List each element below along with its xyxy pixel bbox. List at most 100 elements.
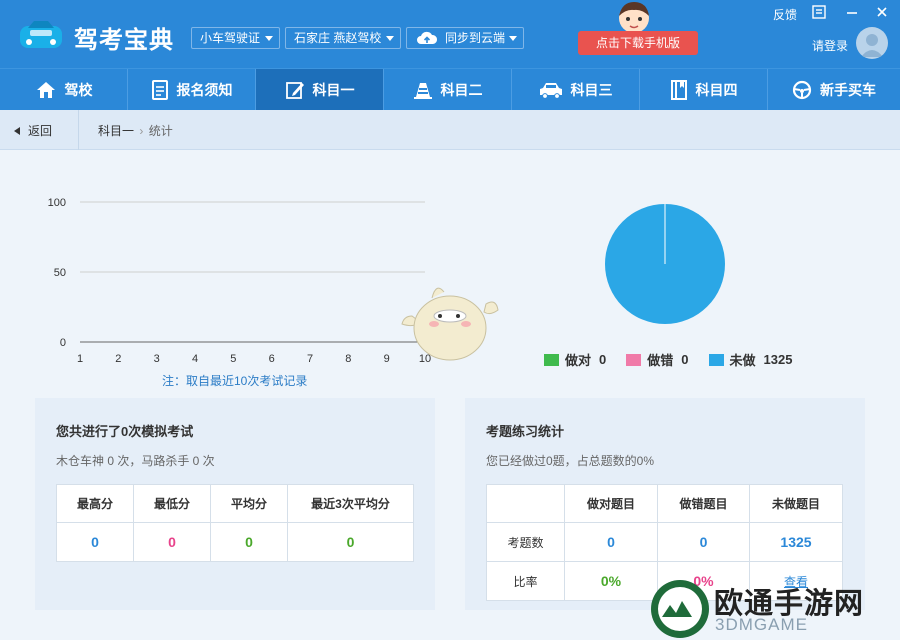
nav-item-registration[interactable]: 报名须知 xyxy=(128,69,256,111)
nav-item-buy-car[interactable]: 新手买车 xyxy=(768,69,900,111)
table-header-row: 做对题目 做错题目 未做题目 xyxy=(486,484,843,523)
cloud-icon xyxy=(417,31,438,44)
table-header: 最低分 xyxy=(133,484,211,523)
x-tick-label: 6 xyxy=(269,353,275,365)
download-mobile-button[interactable]: 点击下载手机版 xyxy=(578,31,698,55)
x-tick-label: 7 xyxy=(307,353,313,365)
nav-item-subject-three[interactable]: 科目三 xyxy=(512,69,640,111)
nav-label: 科目四 xyxy=(695,82,738,98)
nav-label: 驾校 xyxy=(64,82,93,98)
practice-pie-chart xyxy=(605,204,725,324)
feedback-link[interactable]: 反馈 xyxy=(773,6,797,23)
table-header: 未做题目 xyxy=(749,484,843,523)
edit-icon xyxy=(285,82,304,99)
legend-value: 0 xyxy=(599,352,607,367)
title-bar: 驾考宝典 小车驾驶证 石家庄 燕赵驾校 同步到云端 点击下载手机版 反馈 请登录 xyxy=(0,0,900,68)
correct-rate: 0% xyxy=(564,561,658,601)
menu-icon[interactable] xyxy=(811,5,827,21)
exam-panel-title: 您共进行了0次模拟考试 xyxy=(56,424,194,439)
user-avatar-icon[interactable] xyxy=(856,27,888,59)
score-line-chart: 0501001 2 3 4 5 6 7 8 9 10 xyxy=(48,197,431,365)
car-type-label: 小车驾驶证 xyxy=(200,31,261,45)
legend-item-wrong: 做错 0 xyxy=(626,350,689,369)
legend-swatch xyxy=(708,353,724,366)
x-tick-label: 9 xyxy=(384,353,390,365)
chart-note: 注：取自最近10次考试记录 xyxy=(162,374,308,388)
x-tick-label: 8 xyxy=(345,353,351,365)
x-tick-label: 5 xyxy=(230,353,236,365)
chevron-down-icon xyxy=(509,36,517,41)
legend-swatch xyxy=(626,353,642,366)
table-row: 0 0 0 0 xyxy=(56,522,414,562)
avg-score-value: 0 xyxy=(210,522,288,562)
table-row: 考题数 0 0 1325 xyxy=(486,522,843,562)
y-tick-label: 100 xyxy=(48,197,66,209)
nav-item-subject-one[interactable]: 科目一 xyxy=(256,69,384,111)
x-tick-label: 2 xyxy=(115,353,121,365)
nav-label: 新手买车 xyxy=(820,82,876,98)
practice-panel-subtitle: 您已经做过0题，占总题数的0% xyxy=(486,454,655,468)
exam-panel-subtitle: 木仓车神 0 次，马路杀手 0 次 xyxy=(56,454,215,468)
x-tick-label: 3 xyxy=(154,353,160,365)
pie-legend: 做对 0 做错 0 未做 1325 xyxy=(544,350,812,369)
close-icon[interactable] xyxy=(874,5,890,21)
school-dropdown[interactable]: 石家庄 燕赵驾校 xyxy=(285,27,401,49)
car-icon xyxy=(539,83,562,99)
wrong-count: 0 xyxy=(657,522,750,562)
table-header xyxy=(486,484,565,523)
exam-stats-panel: 您共进行了0次模拟考试 木仓车神 0 次，马路杀手 0 次 最高分 最低分 平均… xyxy=(35,398,435,610)
watermark-subtext: 3DMGAME xyxy=(715,615,808,634)
mascot-icon xyxy=(401,287,499,361)
table-header: 平均分 xyxy=(210,484,288,523)
breadcrumb-separator: › xyxy=(139,124,144,138)
nav-item-school[interactable]: 驾校 xyxy=(0,69,128,111)
nav-label: 科目三 xyxy=(570,82,613,98)
row-label: 比率 xyxy=(486,561,565,601)
correct-count: 0 xyxy=(564,522,658,562)
breadcrumb: 科目一 › 统计 xyxy=(98,122,173,139)
undone-count: 1325 xyxy=(749,522,843,562)
table-header: 最近3次平均分 xyxy=(287,484,414,523)
legend-label: 做对 xyxy=(565,353,592,368)
nav-label: 报名须知 xyxy=(176,82,233,98)
nav-item-subject-four[interactable]: 科目四 xyxy=(640,69,768,111)
max-score-value: 0 xyxy=(56,522,134,562)
nav-item-subject-two[interactable]: 科目二 xyxy=(384,69,512,111)
table-header-row: 最高分 最低分 平均分 最近3次平均分 xyxy=(56,484,414,523)
legend-value: 0 xyxy=(681,352,689,367)
book-icon xyxy=(670,80,687,100)
breadcrumb-parent[interactable]: 科目一 xyxy=(98,124,134,138)
min-score-value: 0 xyxy=(133,522,211,562)
table-header: 做错题目 xyxy=(657,484,750,523)
table-header: 做对题目 xyxy=(564,484,658,523)
chevron-down-icon xyxy=(265,36,273,41)
mascot-avatar-icon xyxy=(619,2,649,33)
back-button[interactable]: 返回 xyxy=(14,122,52,139)
x-tick-label: 1 xyxy=(77,353,83,365)
nav-label: 科目二 xyxy=(440,82,483,98)
cone-icon xyxy=(413,83,432,99)
divider xyxy=(78,110,79,150)
sync-label: 同步到云端 xyxy=(445,31,506,45)
y-tick-label: 50 xyxy=(54,267,66,279)
home-icon xyxy=(36,82,55,98)
back-arrow-icon xyxy=(14,127,20,135)
minimize-icon[interactable] xyxy=(844,5,860,21)
legend-label: 做错 xyxy=(647,353,674,368)
row-label: 考题数 xyxy=(486,522,565,562)
y-tick-label: 0 xyxy=(60,337,66,349)
legend-value: 1325 xyxy=(763,352,793,367)
sync-dropdown[interactable]: 同步到云端 xyxy=(406,27,524,49)
breadcrumb-current: 统计 xyxy=(148,124,173,138)
back-label: 返回 xyxy=(28,124,53,138)
car-type-dropdown[interactable]: 小车驾驶证 xyxy=(191,27,280,49)
legend-item-undone: 未做 1325 xyxy=(708,350,793,369)
nav-label: 科目一 xyxy=(312,82,355,98)
login-link[interactable]: 请登录 xyxy=(812,37,848,54)
exam-score-table: 最高分 最低分 平均分 最近3次平均分 0 0 0 0 xyxy=(56,484,414,562)
school-label: 石家庄 燕赵驾校 xyxy=(294,31,382,45)
breadcrumb-bar: 返回 科目一 › 统计 xyxy=(0,110,900,150)
steering-wheel-icon xyxy=(792,80,812,100)
car-logo-icon xyxy=(20,21,62,48)
chevron-down-icon xyxy=(386,36,394,41)
